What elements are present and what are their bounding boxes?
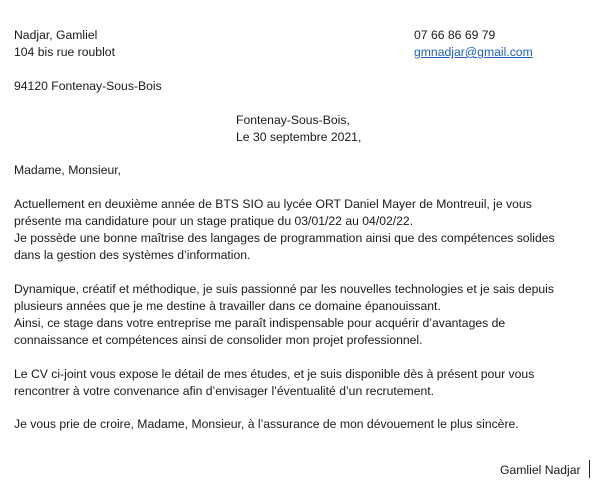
letter-page: Nadjar, Gamliel 104 bis rue roublot 9412…: [0, 0, 605, 495]
paragraph-line: Je possède une bonne maîtrise des langag…: [14, 231, 555, 245]
paragraph-line: rencontrer à votre convenance afin d’env…: [14, 384, 435, 398]
sender-city: 94120 Fontenay-Sous-Bois: [14, 79, 162, 93]
paragraph-line: Ainsi, ce stage dans votre entreprise me…: [14, 316, 506, 330]
letter-date: Le 30 septembre 2021,: [236, 130, 362, 144]
text-cursor: [589, 460, 590, 478]
salutation: Madame, Monsieur,: [14, 163, 122, 177]
sender-email-link[interactable]: gmnadjar@gmail.com: [414, 44, 533, 60]
paragraph-line: présente ma candidature pour un stage pr…: [14, 214, 414, 228]
paragraph-line: plusieurs années que je me destine à tra…: [14, 299, 441, 313]
paragraph-line: Le CV ci-joint vous expose le détail de …: [14, 367, 535, 381]
letter-place: Fontenay-Sous-Bois,: [236, 113, 350, 127]
paragraph-line: connaissance et compétences ainsi de con…: [14, 333, 423, 347]
paragraph-line: Je vous prie de croire, Madame, Monsieur…: [14, 417, 519, 431]
sender-name: Nadjar, Gamliel: [14, 28, 98, 42]
sender-street: 104 bis rue roublot: [14, 45, 115, 59]
sender-phone: 07 66 86 69 79: [414, 28, 496, 42]
paragraph-line: Dynamique, créatif et méthodique, je sui…: [14, 282, 554, 296]
paragraph-line: Actuellement en deuxième année de BTS SI…: [14, 197, 532, 211]
paragraph-line: dans la gestion des systèmes d’informati…: [14, 248, 251, 262]
signature: Gamliel Nadjar: [500, 463, 581, 477]
